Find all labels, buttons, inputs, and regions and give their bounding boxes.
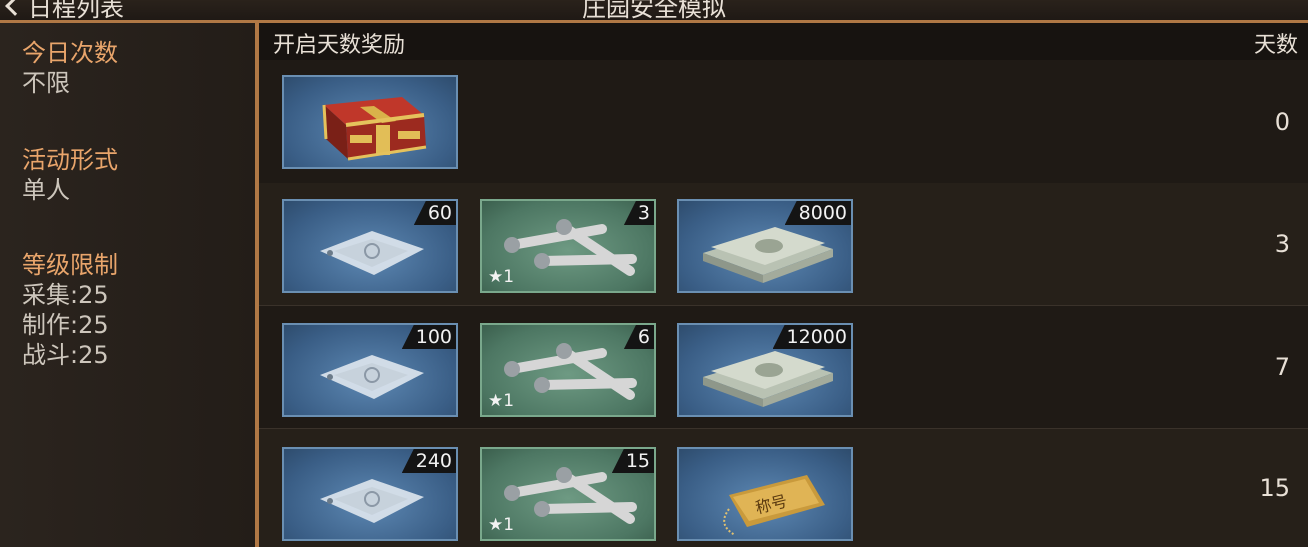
reward-row: 60 3 ★1 8000 3 <box>259 183 1308 306</box>
reward-item[interactable]: 3 ★1 <box>480 199 656 293</box>
star-icon: ★ <box>488 515 504 535</box>
reward-row: 0 <box>259 60 1308 184</box>
star-icon: ★ <box>488 391 504 411</box>
page-title: 庄园安全模拟 <box>582 0 726 22</box>
title-tag-icon: 称号 <box>723 475 825 536</box>
star-rank: ★1 <box>488 267 514 287</box>
reward-item[interactable]: 60 <box>282 199 458 293</box>
level-limit-heading: 等级限制 <box>22 251 118 279</box>
level-combat-value: 战斗:25 <box>22 341 109 369</box>
activity-mode-heading: 活动形式 <box>22 146 118 174</box>
reward-table: 开启天数奖励 天数 0 60 3 ★1 8000 3 100 6 ★1 1200… <box>259 23 1308 547</box>
days-value: 7 <box>1274 353 1290 381</box>
star-rank: ★1 <box>488 391 514 411</box>
activity-info-panel: 今日次数 不限 活动形式 单人 等级限制 采集:25 制作:25 战斗:25 <box>0 23 255 547</box>
daily-count-heading: 今日次数 <box>22 39 118 67</box>
chest-icon <box>322 97 427 161</box>
activity-mode-value: 单人 <box>22 176 70 204</box>
item-quantity: 12000 <box>772 325 851 349</box>
days-value: 3 <box>1274 230 1290 258</box>
reward-item[interactable]: 12000 <box>677 323 853 417</box>
reward-row: 100 6 ★1 12000 7 <box>259 306 1308 429</box>
daily-count-value: 不限 <box>22 69 70 97</box>
days-value: 15 <box>1259 474 1290 502</box>
reward-item[interactable]: 6 ★1 <box>480 323 656 417</box>
level-craft-value: 制作:25 <box>22 311 109 339</box>
reward-item[interactable]: 8000 <box>677 199 853 293</box>
reward-row: 240 15 ★1 称号 15 <box>259 429 1308 547</box>
days-value: 0 <box>1274 107 1290 136</box>
reward-item[interactable] <box>282 75 458 169</box>
table-header: 开启天数奖励 天数 <box>259 23 1308 60</box>
star-rank-value: 1 <box>503 391 515 411</box>
reward-item[interactable]: 100 <box>282 323 458 417</box>
star-rank-value: 1 <box>503 267 515 287</box>
header-days-label: 天数 <box>1253 33 1298 58</box>
reward-item[interactable]: 240 <box>282 447 458 541</box>
header-rewards-label: 开启天数奖励 <box>273 33 406 58</box>
star-rank: ★1 <box>488 515 514 535</box>
top-bar: 日程列表 庄园安全模拟 <box>0 0 1308 23</box>
reward-item[interactable]: 称号 <box>677 447 853 541</box>
level-gather-value: 采集:25 <box>22 281 109 309</box>
reward-item[interactable]: 15 ★1 <box>480 447 656 541</box>
star-icon: ★ <box>488 267 504 287</box>
star-rank-value: 1 <box>503 515 515 535</box>
